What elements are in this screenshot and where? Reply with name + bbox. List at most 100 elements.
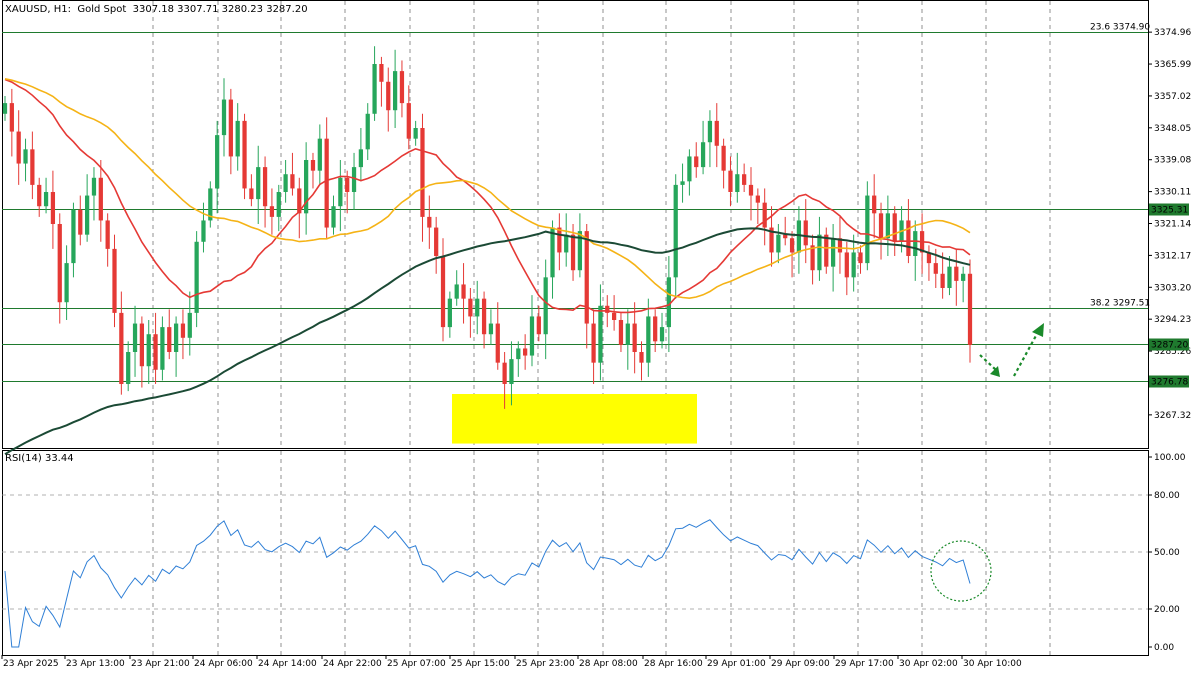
candle-bear bbox=[618, 320, 624, 345]
y-tick-label: 3294.23 bbox=[1154, 315, 1191, 325]
x-tick-label: 24 Apr 22:00 bbox=[323, 659, 382, 669]
candle-bull bbox=[961, 273, 966, 281]
candle-bear bbox=[386, 81, 391, 111]
x-tick-label: 29 Apr 17:00 bbox=[835, 659, 894, 669]
x-tick-label: 30 Apr 10:00 bbox=[963, 659, 1022, 669]
candle-bull bbox=[735, 174, 740, 192]
candle-bear bbox=[728, 170, 733, 192]
candle-bear bbox=[502, 362, 507, 384]
candle-bear bbox=[824, 234, 829, 267]
candle-bear bbox=[153, 334, 158, 370]
candle-bull bbox=[338, 177, 343, 207]
candle-bull bbox=[488, 323, 494, 335]
candle-bull bbox=[331, 206, 336, 228]
rsi-line bbox=[4, 519, 971, 648]
x-tick-label: 28 Apr 08:00 bbox=[579, 659, 638, 669]
candle-bear bbox=[967, 273, 973, 345]
candle-bull bbox=[659, 327, 665, 342]
candle-bear bbox=[262, 167, 268, 207]
rsi-highlight-circle bbox=[930, 540, 992, 602]
candle-bear bbox=[892, 213, 897, 242]
candle-bear bbox=[844, 252, 849, 278]
candle-bear bbox=[406, 103, 411, 139]
candle-bull bbox=[71, 209, 76, 264]
candle-bull bbox=[126, 352, 131, 384]
x-tick-label: 23 Apr 2025 bbox=[3, 659, 59, 669]
x-tick-label: 23 Apr 13:00 bbox=[66, 659, 125, 669]
candle-bear bbox=[783, 234, 788, 239]
candle-bull bbox=[132, 323, 138, 352]
price-chart[interactable]: 23 Apr 2025 23 Apr 13:00 23 Apr 21:00 24 Ap… bbox=[0, 0, 1200, 675]
candle-bull bbox=[509, 359, 514, 384]
candle-bull bbox=[276, 192, 281, 217]
candle-bear bbox=[78, 209, 83, 235]
candle-bull bbox=[707, 120, 713, 143]
x-tick-label: 25 Apr 15:00 bbox=[451, 659, 510, 669]
ma-fast-line bbox=[4, 78, 971, 314]
candle-bull bbox=[796, 220, 802, 253]
candle-bull bbox=[543, 277, 548, 335]
candle-bull bbox=[865, 195, 870, 264]
level-label: 23.6 3374.90 bbox=[1090, 23, 1150, 33]
candle-bull bbox=[550, 227, 555, 278]
rsi-panel-frame bbox=[2, 450, 1149, 656]
candle-bear bbox=[105, 220, 110, 249]
candle-bear bbox=[803, 220, 808, 246]
candle-bear bbox=[742, 174, 747, 185]
candle-bear bbox=[57, 224, 62, 303]
up-arrow-head bbox=[1032, 323, 1044, 337]
level-label: 38.2 3297.51 bbox=[1090, 299, 1150, 309]
candle-bull bbox=[413, 128, 418, 139]
x-tick-label: 28 Apr 16:00 bbox=[644, 659, 703, 669]
y-tick-label: 3321.14 bbox=[1154, 220, 1191, 230]
candle-bear bbox=[878, 213, 884, 239]
candle-bull bbox=[201, 220, 206, 242]
candle-bear bbox=[242, 120, 247, 189]
candle-bear bbox=[495, 323, 500, 363]
candle-bear bbox=[98, 177, 103, 221]
candle-bull bbox=[365, 113, 370, 150]
candle-bear bbox=[557, 227, 562, 253]
candle-bear bbox=[228, 99, 233, 157]
level-tag-label: 3287.20 bbox=[1151, 341, 1188, 351]
rsi-y-tick-label: 80.00 bbox=[1154, 491, 1180, 501]
candle-bear bbox=[591, 323, 596, 363]
candle-bull bbox=[830, 238, 836, 267]
candle-bull bbox=[283, 174, 288, 192]
candle-bear bbox=[468, 298, 473, 317]
candle-bear bbox=[269, 206, 275, 217]
candle-bear bbox=[30, 149, 35, 185]
candle-bear bbox=[9, 103, 14, 132]
candle-bear bbox=[112, 248, 117, 313]
candle-bull bbox=[625, 323, 630, 345]
candle-bear bbox=[906, 220, 911, 256]
x-tick-label: 24 Apr 06:00 bbox=[194, 659, 253, 669]
candle-bear bbox=[37, 184, 42, 207]
candle-bull bbox=[351, 167, 357, 192]
x-tick-label: 25 Apr 23:00 bbox=[516, 659, 575, 669]
x-tick-label: 30 Apr 02:00 bbox=[899, 659, 958, 669]
candle-bull bbox=[529, 316, 535, 356]
candle-bear bbox=[536, 316, 541, 335]
candle-bull bbox=[64, 263, 69, 303]
x-tick-label: 25 Apr 07:00 bbox=[387, 659, 446, 669]
candle-bull bbox=[317, 138, 322, 171]
candle-bear bbox=[434, 227, 439, 256]
candle-bull bbox=[516, 348, 521, 360]
candle-bull bbox=[392, 71, 398, 111]
candle-bear bbox=[570, 234, 576, 271]
candle-bear bbox=[933, 263, 938, 274]
candle-bull bbox=[700, 142, 706, 168]
candle-bear bbox=[399, 71, 405, 104]
candle-bear bbox=[440, 256, 446, 328]
candle-bear bbox=[461, 284, 466, 299]
candle-bull bbox=[23, 149, 28, 164]
candle-bull bbox=[85, 195, 90, 235]
rsi-y-tick-label: 0.00 bbox=[1154, 643, 1174, 653]
candle-bull bbox=[776, 234, 781, 253]
candle-bull bbox=[256, 167, 261, 200]
rsi-y-tick-label: 100.00 bbox=[1154, 453, 1186, 463]
candle-bull bbox=[817, 234, 822, 271]
candle-bear bbox=[789, 238, 795, 253]
candle-bear bbox=[858, 252, 863, 264]
